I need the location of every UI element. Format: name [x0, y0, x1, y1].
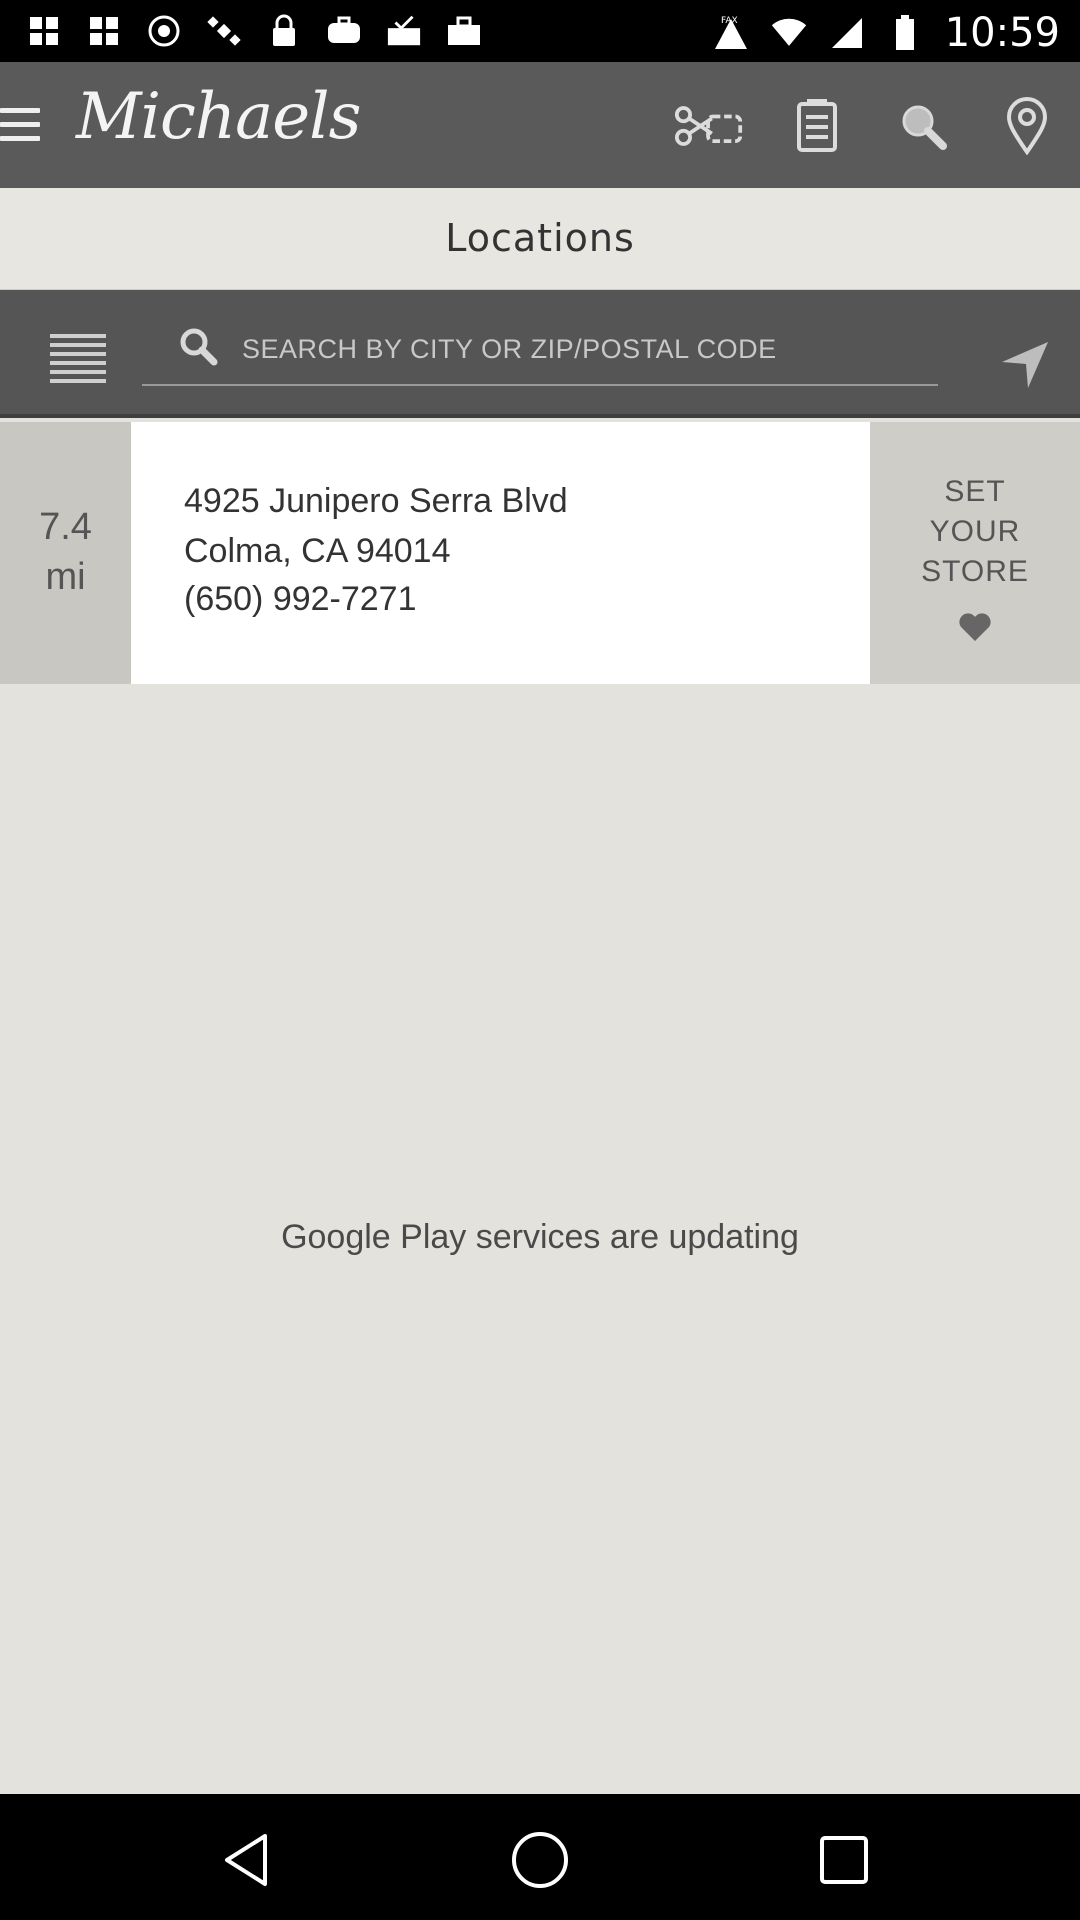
record-icon: [146, 12, 182, 50]
locations-header: Locations: [0, 188, 1080, 290]
briefcase-icon: [326, 12, 362, 50]
recents-icon[interactable]: [804, 1820, 884, 1900]
distance-value: 7.4: [39, 506, 92, 548]
search-placeholder: SEARCH BY CITY OR ZIP/POSTAL CODE: [242, 334, 777, 364]
search-icon[interactable]: [888, 94, 958, 158]
current-location-icon[interactable]: [1000, 340, 1050, 395]
page-title: Locations: [445, 216, 635, 260]
notification-icons: [26, 12, 482, 50]
grid-icon: [26, 12, 62, 50]
search-input[interactable]: SEARCH BY CITY OR ZIP/POSTAL CODE: [142, 326, 938, 386]
store-distance: 7.4 mi: [0, 422, 131, 684]
clock: 10:59: [944, 10, 1060, 56]
hamburger-menu-icon[interactable]: [0, 108, 40, 144]
back-icon[interactable]: [206, 1820, 286, 1900]
store-list-item[interactable]: 7.4 mi 4925 Junipero Serra Blvd Colma, C…: [0, 422, 1080, 684]
signal-icon: [829, 14, 865, 52]
battery-icon: [887, 14, 923, 52]
store-address-line1: 4925 Junipero Serra Blvd: [184, 482, 568, 520]
search-icon: [178, 326, 218, 371]
store-address-card[interactable]: 4925 Junipero Serra Blvd Colma, CA 94014…: [131, 422, 870, 684]
app-bar: Michaels: [0, 62, 1080, 188]
list-view-icon[interactable]: [50, 334, 106, 386]
fax-icon: FAX: [713, 14, 749, 52]
satellite-icon: [206, 12, 242, 50]
status-bar: FAX 10:59: [0, 0, 1080, 62]
store-phone[interactable]: (650) 992-7271: [184, 580, 417, 619]
shopping-list-icon[interactable]: [782, 94, 852, 158]
wifi-icon: [771, 14, 807, 52]
home-icon[interactable]: [500, 1820, 580, 1900]
store-address-line2: Colma, CA 94014: [184, 532, 451, 570]
app-logo[interactable]: Michaels: [76, 80, 361, 154]
search-bar: SEARCH BY CITY OR ZIP/POSTAL CODE: [0, 290, 1080, 418]
location-pin-icon[interactable]: [992, 94, 1062, 158]
lock-icon: [266, 12, 302, 50]
mail-check-icon: [386, 12, 422, 50]
set-your-store-button[interactable]: SET YOUR STORE: [870, 422, 1080, 684]
system-icons: FAX 10:59: [713, 10, 1060, 56]
distance-unit: mi: [45, 556, 86, 598]
heart-icon: [958, 612, 992, 653]
bag-icon: [446, 12, 482, 50]
navigation-bar: [0, 1794, 1080, 1920]
svg-text:FAX: FAX: [721, 16, 738, 26]
scissors-coupon-icon[interactable]: [674, 94, 744, 158]
status-message: Google Play services are updating: [281, 1218, 799, 1256]
grid-icon: [86, 12, 122, 50]
